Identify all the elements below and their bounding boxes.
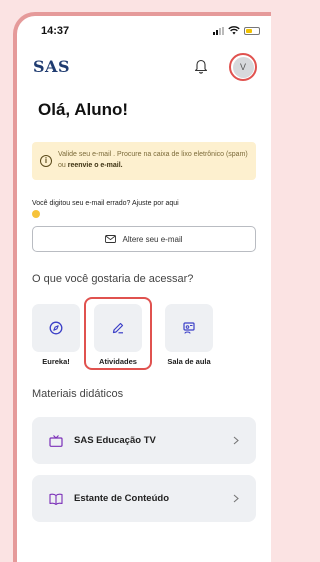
chevron-right-icon [233, 436, 239, 445]
avatar: V [232, 56, 254, 78]
wifi-icon [228, 26, 240, 35]
info-icon: i [40, 155, 52, 167]
brand-logo: SAS [33, 57, 71, 76]
resend-email-link[interactable]: reenvie o e-mail. [68, 162, 123, 169]
material-estante-de-conteudo[interactable]: Estante de Conteúdo [32, 475, 256, 522]
book-icon [49, 493, 63, 505]
mail-icon [105, 235, 117, 243]
shortcut-label: Eureka! [42, 357, 70, 366]
shortcut-label: Atividades [99, 357, 137, 366]
status-time: 14:37 [41, 25, 70, 37]
materials-section-title: Materiais didáticos [32, 388, 124, 400]
compass-icon [49, 321, 63, 335]
email-warning-banner: i Valide seu e-mail . Procure na caixa d… [32, 142, 256, 180]
shortcut-eureka[interactable] [32, 304, 80, 352]
signal-icon [213, 26, 224, 35]
phone-screen: 14:37 SAS V Olá, Aluno! i Valide seu e-m… [13, 12, 271, 562]
material-label: SAS Educação TV [74, 435, 156, 446]
shortcut-atividades[interactable] [94, 304, 142, 352]
battery-icon [244, 26, 260, 35]
avatar-button[interactable]: V [229, 53, 257, 81]
access-section-title: O que você gostaria de acessar? [32, 273, 194, 285]
email-hint: Você digitou seu e-mail errado? Ajuste p… [32, 199, 262, 219]
pencil-icon [112, 322, 124, 334]
status-icons [213, 26, 260, 35]
alter-email-button[interactable]: Altere seu e-mail [32, 226, 256, 252]
chevron-right-icon [233, 494, 239, 503]
email-hint-text: Você digitou seu e-mail errado? Ajuste p… [32, 200, 179, 207]
tv-icon [49, 434, 63, 447]
status-bar: 14:37 [17, 16, 271, 46]
shortcut-sala-de-aula[interactable] [165, 304, 213, 352]
shortcut-label: Sala de aula [167, 357, 211, 366]
material-sas-educacao-tv[interactable]: SAS Educação TV [32, 417, 256, 464]
alter-email-label: Altere seu e-mail [122, 234, 183, 244]
material-label: Estante de Conteúdo [74, 493, 170, 504]
smile-emoji-icon [32, 210, 40, 218]
greeting-title: Olá, Aluno! [38, 100, 129, 119]
warning-text: Valide seu e-mail . Procure na caixa de … [58, 142, 256, 171]
classroom-icon [183, 322, 195, 334]
notification-bell-icon[interactable] [194, 58, 208, 74]
